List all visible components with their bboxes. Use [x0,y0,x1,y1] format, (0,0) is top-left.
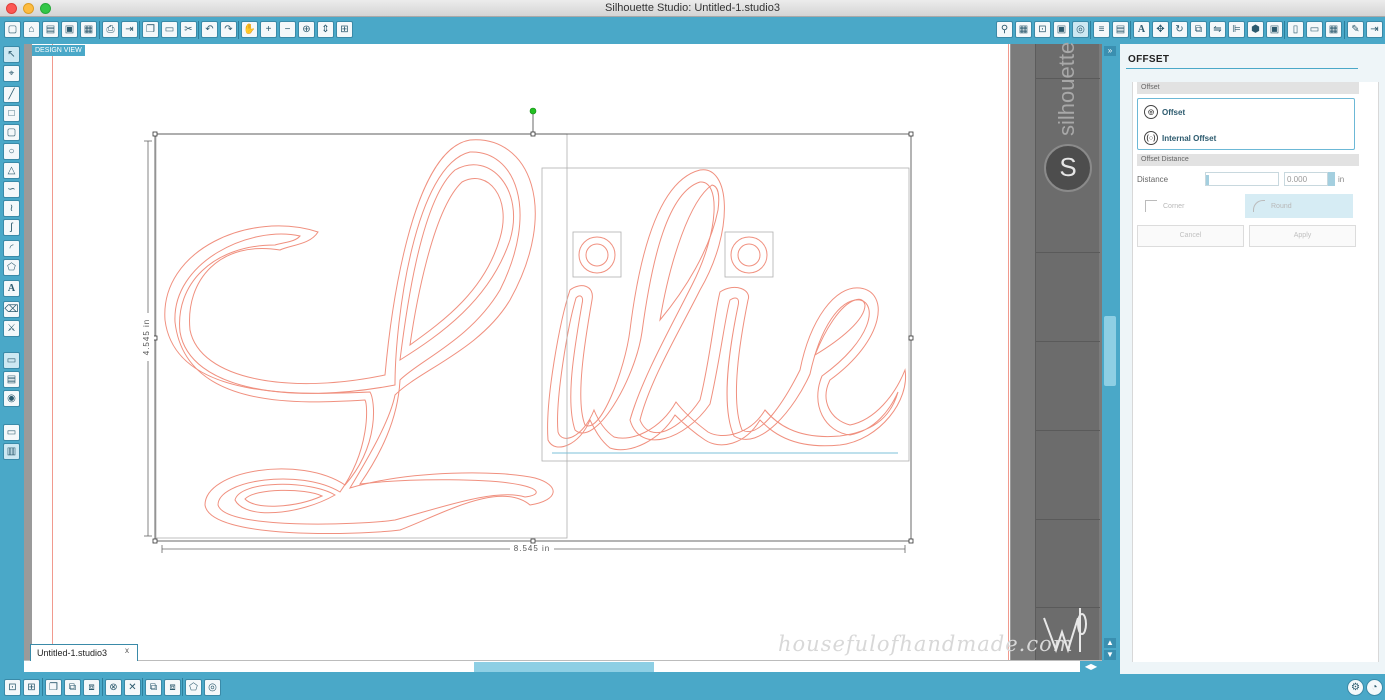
toolbar-divider [182,678,183,696]
help-icon[interactable]: ◔ [1366,679,1383,696]
toolbar-divider [142,678,143,696]
internal-offset-option-icon: (○) [1144,131,1158,145]
watermark-text: housefulofhandmade.com [778,632,1074,656]
app-window: Silhouette Studio: Untitled-1.studio3 ▢ … [0,0,1385,700]
compound-path-icon[interactable]: ⊗ [105,679,122,696]
offset-shortcut-icon[interactable]: ◎ [204,679,221,696]
duplicate-icon[interactable]: ❐ [45,679,62,696]
collapse-panel-icon[interactable]: » [1104,46,1116,56]
letter-i-dot-outer [730,236,768,274]
letter-L-loop-path [409,178,504,347]
panel-body: Offset ◎ Offset (○) Internal Offset Offs… [1132,82,1379,662]
settings-gear-icon[interactable]: ⚙ [1347,679,1364,696]
delete-icon[interactable]: ✕ [124,679,141,696]
panel-title: OFFSET [1128,54,1170,65]
distance-label: Distance [1137,175,1169,184]
select-all-icon[interactable]: ⊡ [4,679,21,696]
round-button-label: Round [1271,202,1292,210]
vertical-scroll-thumb[interactable] [1104,316,1116,386]
letter-L-loop-path [399,164,515,361]
offset-section-header: Offset [1137,82,1359,94]
resize-handle [152,131,158,137]
offset-distance-section-header: Offset Distance [1137,154,1359,166]
corner-button-label: Corner [1163,202,1185,210]
word-ilie-outer-path [547,169,907,451]
letter-L-bbox [155,133,568,539]
send-backward-icon[interactable]: ⧈ [164,679,181,696]
offset-panel: OFFSET Offset ◎ Offset (○) Internal Offs… [1120,44,1385,674]
dot-bbox [724,231,774,278]
width-dimension-label: 8.545 in [510,544,554,555]
resize-handle [908,131,914,137]
weld-icon[interactable]: ⬠ [185,679,202,696]
resize-handle [908,335,914,341]
close-tab-icon[interactable]: x [125,646,129,655]
letter-l-loop-path [659,184,720,322]
panel-title-rule [1126,68,1358,69]
letter-i-dot-inner [585,243,609,267]
corner-icon [1145,200,1157,212]
internal-offset-option-label: Internal Offset [1162,133,1217,143]
apply-button[interactable]: Apply [1249,225,1356,247]
letter-e-eye-path [813,298,866,357]
letter-L-outer-path [164,139,554,535]
distance-input[interactable]: 0.000 [1284,172,1328,186]
resize-handle [152,538,158,544]
distance-slider-handle[interactable] [1206,175,1209,185]
distance-stepper[interactable] [1328,172,1335,186]
deselect-icon[interactable]: ⊞ [23,679,40,696]
toolbar-divider [42,678,43,696]
letter-L-loop-path [244,489,324,507]
scroll-left-right-icon[interactable]: ◀▶ [1080,661,1102,673]
offset-option[interactable]: ◎ Offset [1144,103,1185,121]
bring-forward-icon[interactable]: ⧉ [145,679,162,696]
resize-handle [530,538,536,544]
bottom-toolbar: ⊡ ⊞ ❐ ⧉ ⧈ ⊗ ✕ ⧉ ⧈ ⬠ ◎ ⚙ ◔ [0,674,1385,700]
ungroup-icon[interactable]: ⧈ [83,679,100,696]
horizontal-scrollbar[interactable]: ◀▶ [24,660,1102,673]
resize-handle [530,131,536,137]
cancel-button[interactable]: Cancel [1137,225,1244,247]
corner-button[interactable]: Corner [1137,194,1245,218]
letter-i-dot-outer [578,236,616,274]
vertical-scrollbar[interactable]: » ▲ ▼ [1102,44,1118,662]
letter-i-dot-inner [737,243,761,267]
resize-handle [908,538,914,544]
internal-offset-option[interactable]: (○) Internal Offset [1144,129,1216,147]
round-corner-icon [1253,200,1265,212]
document-tab[interactable]: Untitled-1.studio3 x [30,644,138,661]
letter-L-loop-path [234,483,336,514]
offset-options-box: ◎ Offset (○) Internal Offset [1137,98,1355,150]
horizontal-scroll-thumb[interactable] [474,662,654,672]
height-dimension-label: 4.545 in [142,313,154,361]
toolbar-divider [102,678,103,696]
offset-option-label: Offset [1162,107,1186,117]
distance-unit: in [1338,175,1345,184]
scroll-down-icon[interactable]: ▼ [1104,650,1116,660]
round-button[interactable]: Round [1245,194,1353,218]
offset-option-icon: ◎ [1144,105,1158,119]
distance-slider[interactable] [1205,172,1279,186]
scroll-up-icon[interactable]: ▲ [1104,638,1116,648]
group-icon[interactable]: ⧉ [64,679,81,696]
dot-bbox [572,231,622,278]
rotate-handle [529,107,537,115]
letter-L-inner-path [174,151,537,525]
document-tab-label: Untitled-1.studio3 [37,648,108,658]
